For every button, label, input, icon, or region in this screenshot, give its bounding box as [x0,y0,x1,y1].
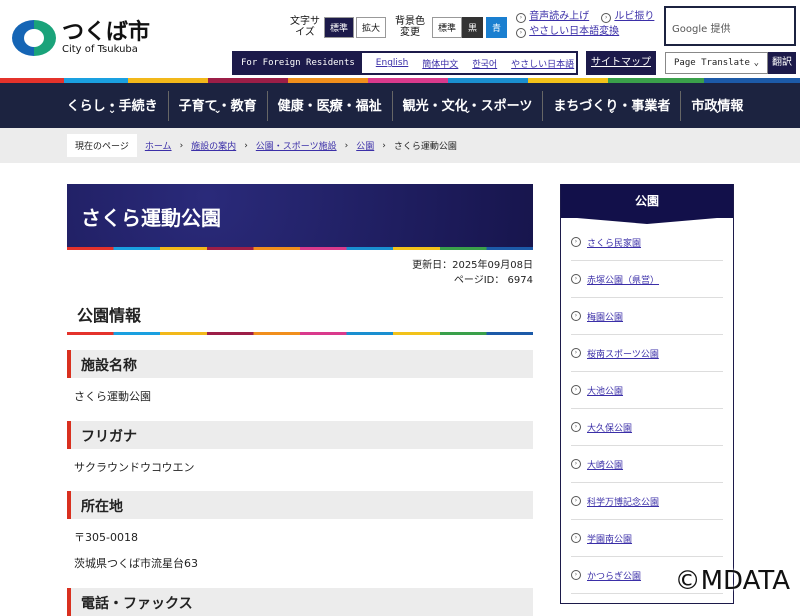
nav-city-planning[interactable]: まちづくり・事業者 [543,91,682,121]
breadcrumb-parks-sports[interactable]: 公園・スポーツ施設 [256,139,337,152]
sidebar-item[interactable]: › 桜南スポーツ公園 [571,335,723,372]
chevron-circle-icon: › [571,385,581,395]
title-stripe [67,247,533,250]
logo-en: City of Tsukuba [62,43,138,55]
sidebar-item[interactable]: › 梅園公園 [571,298,723,335]
global-nav: くらし・手続き 子育て・教育 健康・医療・福祉 観光・文化・スポーツ まちづくり… [0,83,800,128]
sidebar-link[interactable]: 桜南スポーツ公園 [587,347,659,360]
breadcrumb-home[interactable]: ホーム [145,139,172,152]
nav-living[interactable]: くらし・手続き [57,91,169,121]
sidebar-item[interactable]: › 大崎公園 [571,446,723,483]
page-title: さくら運動公園 [67,184,533,247]
page-translate-value: Page Translate [674,58,750,68]
sidebar-link[interactable]: 学園南公園 [587,532,632,545]
chevron-down-icon: ⌄ [753,58,759,68]
ruby-link[interactable]: ルビ振り [614,11,654,22]
sidebar-item[interactable]: › 学園南公園 [571,520,723,557]
logo-text: つくば市 [62,19,151,45]
updated-date: 更新日：2025年09月08日 [412,260,533,271]
field-value-name: さくら運動公園 [74,390,151,403]
field-value-address: 茨城県つくば市流星台63 [74,557,198,570]
site-logo[interactable]: つくば市 City of Tsukuba [12,20,150,56]
page-translate-select[interactable]: Page Translate ⌄ [665,52,768,74]
sidebar-item[interactable]: › 大久保公園 [571,409,723,446]
bg-standard-button[interactable]: 標準 [432,17,463,38]
sidebar-parks: 公園 › さくら民家園 › 赤塚公園（県営） › 梅園公園 › 桜南スポーツ公園 › 大池公園 › 大… [560,184,734,604]
sitemap-button[interactable]: サイトマップ [586,51,656,75]
sidebar-link[interactable]: 大崎公園 [587,458,623,471]
lang-chinese[interactable]: 簡体中文 [422,57,458,70]
breadcrumb-label: 現在のページ [67,134,137,157]
section-stripe [67,332,533,335]
field-value-furigana: サクラウンドウコウエン [74,461,195,474]
breadcrumb: 現在のページ ホーム › 施設の案内 › 公園・スポーツ施設 › 公園 › さくら運動公… [0,128,800,163]
read-aloud-link[interactable]: 音声読み上げ [529,11,589,22]
field-heading-address: 所在地 [67,491,533,519]
lang-easy-japanese[interactable]: やさしい日本語 [511,57,574,70]
breadcrumb-facilities[interactable]: 施設の案内 [191,139,236,152]
chevron-circle-icon: › [571,348,581,358]
bg-color-label: 背景色変更 [395,16,425,38]
nav-health[interactable]: 健康・医療・福祉 [268,91,393,121]
bg-black-button[interactable]: 黒 [462,17,484,38]
field-heading-furigana: フリガナ [67,421,533,449]
chevron-circle-icon: › [571,459,581,469]
sidebar-item[interactable]: › 赤塚公園（県営） [571,261,723,298]
font-standard-button[interactable]: 標準 [324,17,355,38]
google-search-box[interactable]: Google 提供 [664,6,796,46]
sidebar-link[interactable]: 赤塚公園（県営） [587,273,659,286]
chevron-circle-icon: › [571,533,581,543]
nav-childcare[interactable]: 子育て・教育 [169,91,268,121]
field-value-postal: 〒305-0018 [74,531,138,544]
sidebar-link[interactable]: 梅園公園 [587,310,623,323]
easy-japanese-link[interactable]: やさしい日本語変換 [529,26,619,37]
foreign-residents-title: For Foreign Residents [234,53,362,73]
page-id: ページID： 6974 [453,275,533,286]
sidebar-title: 公園 [561,184,733,218]
sidebar-link[interactable]: 大久保公園 [587,421,632,434]
nav-tourism[interactable]: 観光・文化・スポーツ [393,91,544,121]
sidebar-item[interactable]: › さくら民家園 [571,224,723,261]
sidebar-link[interactable]: 科学万博記念公園 [587,495,659,508]
chevron-circle-icon: › [571,570,581,580]
field-heading-phone: 電話・ファックス [67,588,533,616]
field-heading-name: 施設名称 [67,350,533,378]
chevron-circle-icon: › [571,422,581,432]
sidebar-link[interactable]: さくら民家園 [587,236,641,249]
font-size-label: 文字サイズ [290,16,320,38]
foreign-residents-bar: For Foreign Residents English 簡体中文 한국어 や… [232,51,578,75]
chevron-circle-icon: › [571,274,581,284]
translate-button[interactable]: 翻訳 [768,52,796,74]
lang-english[interactable]: English [376,58,409,68]
chevron-circle-icon: › [571,496,581,506]
sidebar-link[interactable]: 大池公園 [587,384,623,397]
update-info: 更新日：2025年09月08日ページID： 6974 [412,258,533,288]
chevron-circle-icon: › [516,28,526,38]
chevron-circle-icon: › [571,311,581,321]
breadcrumb-current: さくら運動公園 [393,142,457,152]
breadcrumb-parks[interactable]: 公園 [356,139,374,152]
sidebar-item[interactable]: › 大池公園 [571,372,723,409]
lang-korean[interactable]: 한국어 [472,57,497,70]
logo-mark-icon [12,20,56,56]
font-large-button[interactable]: 拡大 [356,17,387,38]
sidebar-item[interactable]: › 科学万博記念公園 [571,483,723,520]
sidebar-link[interactable]: かつらぎ公園 [587,569,641,582]
nav-city-info[interactable]: 市政情報 [681,91,753,121]
watermark: ©MDATA [674,566,790,596]
chevron-circle-icon: › [571,237,581,247]
bg-blue-button[interactable]: 青 [486,17,508,38]
